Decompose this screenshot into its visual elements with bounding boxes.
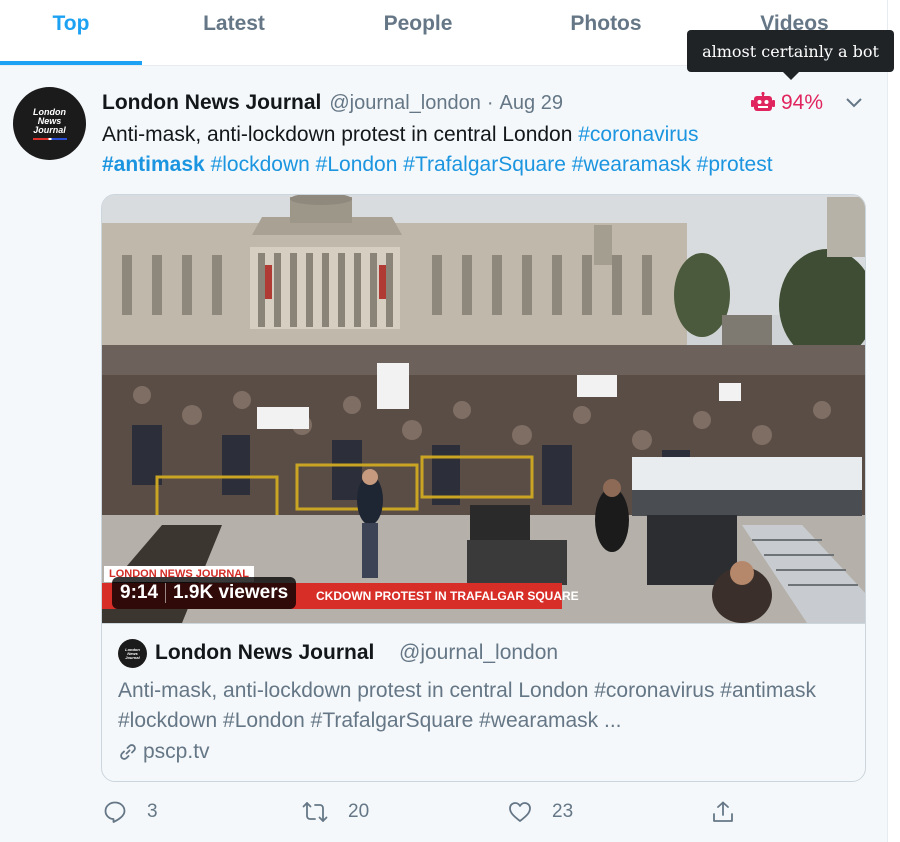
pill-divider [165, 583, 167, 603]
hashtag-link[interactable]: #lockdown [211, 153, 310, 176]
hashtag-link[interactable]: #coronavirus [578, 123, 698, 146]
tooltip-text: almost certainly a bot [702, 41, 879, 61]
tweet-date[interactable]: Aug 29 [500, 92, 563, 115]
video-stats-pill: 9:14 1.9K viewers [112, 577, 297, 609]
timeline-border [887, 0, 888, 842]
tab-people[interactable]: People [326, 0, 510, 66]
card-preview[interactable]: London News Journal London News Journal … [102, 623, 865, 781]
card-avatar: London News Journal [118, 639, 147, 668]
share-icon [713, 801, 733, 822]
card-link-domain: pscp.tv [143, 740, 210, 763]
media-card[interactable]: LONDON NEWS JOURNAL CKDOWN PROTEST IN TR… [101, 194, 866, 782]
avatar-text-line: Journal [33, 124, 66, 135]
tab-photos[interactable]: Photos [510, 0, 702, 66]
card-description: Anti-mask, anti-lockdown protest in cent… [118, 679, 817, 732]
retweet-icon [302, 802, 328, 822]
tweet-actions: 3 20 23 [0, 795, 887, 829]
video-frame-illustration [102, 195, 865, 623]
bot-tooltip: almost certainly a bot [687, 30, 894, 80]
author-handle[interactable]: @journal_london [329, 92, 481, 115]
avatar-logo-bar [32, 137, 67, 140]
card-author-name: London News Journal [155, 641, 375, 664]
hashtag-link[interactable]: #London [316, 153, 398, 176]
reply-icon [104, 801, 126, 823]
tweet-text-plain: Anti-mask, anti-lockdown protest in cent… [102, 123, 579, 146]
card-author-handle: @journal_london [399, 641, 559, 664]
reply-button[interactable]: 3 [103, 795, 158, 829]
video-player[interactable]: LONDON NEWS JOURNAL CKDOWN PROTEST IN TR… [102, 195, 865, 623]
tab-top[interactable]: Top [0, 0, 142, 66]
avatar[interactable]: London News Journal [13, 87, 86, 160]
tweet-header: London News Journal @journal_london · Au… [102, 89, 563, 117]
retweet-button[interactable]: 20 [302, 795, 369, 829]
robot-icon [751, 92, 775, 111]
like-button[interactable]: 23 [508, 795, 573, 829]
header-separator: · [486, 91, 494, 114]
hashtag-link[interactable]: #protest [697, 153, 773, 176]
retweet-count: 20 [348, 801, 370, 822]
card-link[interactable]: pscp.tv [118, 740, 210, 764]
hashtag-link[interactable]: #antimask [102, 153, 205, 176]
viewer-count: 1.9K viewers [173, 582, 289, 603]
hashtag-link[interactable]: #TrafalgarSquare [403, 153, 566, 176]
tab-latest[interactable]: Latest [142, 0, 326, 66]
hashtag-link[interactable]: #wearamask [572, 153, 691, 176]
active-tab-indicator [0, 61, 142, 65]
reply-count: 3 [147, 801, 158, 822]
avatar-text-line: Journal [125, 654, 140, 660]
bot-score-value: 94% [781, 91, 824, 114]
bot-score-indicator[interactable]: 94% [751, 89, 823, 117]
share-button[interactable] [711, 795, 755, 829]
video-duration: 9:14 [120, 582, 159, 603]
chevron-down-icon[interactable] [845, 95, 863, 109]
author-name[interactable]: London News Journal [102, 91, 321, 115]
like-count: 23 [552, 801, 574, 822]
heart-icon [509, 802, 531, 822]
tweet-text: Anti-mask, anti-lockdown protest in cent… [102, 120, 872, 180]
link-icon [120, 744, 136, 760]
